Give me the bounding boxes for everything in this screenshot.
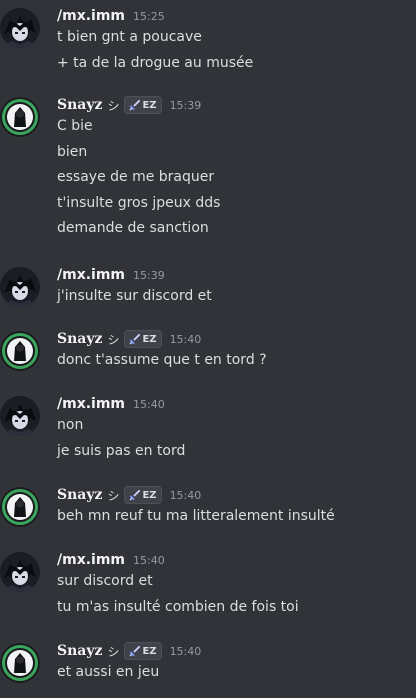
message-text: je suis pas en tord xyxy=(57,442,186,459)
name-symbol: シ xyxy=(107,488,120,503)
sword-icon xyxy=(129,489,142,501)
message-timestamp[interactable]: 15:40 xyxy=(170,489,202,502)
sword-icon xyxy=(129,99,142,111)
name-symbol: シ xyxy=(107,332,120,347)
server-tag-label: EZ xyxy=(142,99,157,111)
message-text: non xyxy=(57,417,84,433)
author-name[interactable]: Snayz xyxy=(57,97,102,113)
mx-imm-avatar[interactable] xyxy=(0,396,40,436)
message-header: /mx.imm 15:25 xyxy=(57,6,165,26)
snayz-avatar[interactable] xyxy=(0,331,40,371)
message-header: /mx.imm 15:39 xyxy=(57,265,165,285)
author-name[interactable]: /mx.imm xyxy=(57,552,125,568)
message-text: j'insulte sur discord et xyxy=(57,288,212,304)
message-header: Snayz シ EZ 15:40 xyxy=(57,641,201,661)
server-tag-label: EZ xyxy=(142,489,157,501)
message-text: demande de sanction xyxy=(57,220,209,236)
message-text: tu m'as insulté combien de fois toi xyxy=(57,598,299,615)
server-tag-badge[interactable]: EZ xyxy=(124,642,162,660)
sword-icon xyxy=(129,645,142,657)
snayz-avatar[interactable] xyxy=(0,643,40,683)
message-header: Snayz シ EZ 15:39 xyxy=(57,95,201,115)
author-name[interactable]: /mx.imm xyxy=(57,396,125,412)
snayz-avatar[interactable] xyxy=(0,487,40,527)
message-timestamp[interactable]: 15:40 xyxy=(133,398,165,411)
sword-icon xyxy=(129,333,142,345)
message-timestamp[interactable]: 15:40 xyxy=(170,333,202,346)
message-text: t'insulte gros jpeux dds xyxy=(57,194,221,211)
author-name[interactable]: /mx.imm xyxy=(57,8,125,24)
message-timestamp[interactable]: 15:40 xyxy=(170,645,202,658)
message-text: essaye de me braquer xyxy=(57,169,215,185)
message-header: /mx.imm 15:40 xyxy=(57,394,165,414)
message-text: donc t'assume que t en tord ? xyxy=(57,352,267,368)
server-tag-badge[interactable]: EZ xyxy=(124,330,162,348)
message-header: /mx.imm 15:40 xyxy=(57,550,165,570)
name-symbol: シ xyxy=(107,98,120,113)
author-name[interactable]: /mx.imm xyxy=(57,267,125,283)
message-text: bien xyxy=(57,143,88,160)
mx-imm-avatar[interactable] xyxy=(0,552,40,592)
author-name[interactable]: Snayz xyxy=(57,331,102,347)
server-tag-label: EZ xyxy=(142,333,157,345)
message-text: beh mn reuf tu ma litteralement insulté xyxy=(57,508,335,524)
author-name[interactable]: Snayz xyxy=(57,643,102,659)
message-header: Snayz シ EZ 15:40 xyxy=(57,329,201,349)
message-text: t bien gnt a poucave xyxy=(57,29,202,45)
message-text: et aussi en jeu xyxy=(57,664,160,680)
name-symbol: シ xyxy=(107,644,120,659)
message-text: sur discord et xyxy=(57,573,153,589)
message-timestamp[interactable]: 15:39 xyxy=(133,269,165,282)
message-timestamp[interactable]: 15:25 xyxy=(133,10,165,23)
server-tag-badge[interactable]: EZ xyxy=(124,96,162,114)
mx-imm-avatar[interactable] xyxy=(0,8,40,48)
snayz-avatar[interactable] xyxy=(0,97,40,137)
mx-imm-avatar[interactable] xyxy=(0,267,40,307)
author-name[interactable]: Snayz xyxy=(57,487,102,503)
server-tag-badge[interactable]: EZ xyxy=(124,486,162,504)
message-text: + ta de la drogue au musée xyxy=(57,54,254,71)
message-timestamp[interactable]: 15:39 xyxy=(170,99,202,112)
message-header: Snayz シ EZ 15:40 xyxy=(57,485,201,505)
server-tag-label: EZ xyxy=(142,645,157,657)
message-timestamp[interactable]: 15:40 xyxy=(133,554,165,567)
message-text: C bie xyxy=(57,118,93,134)
